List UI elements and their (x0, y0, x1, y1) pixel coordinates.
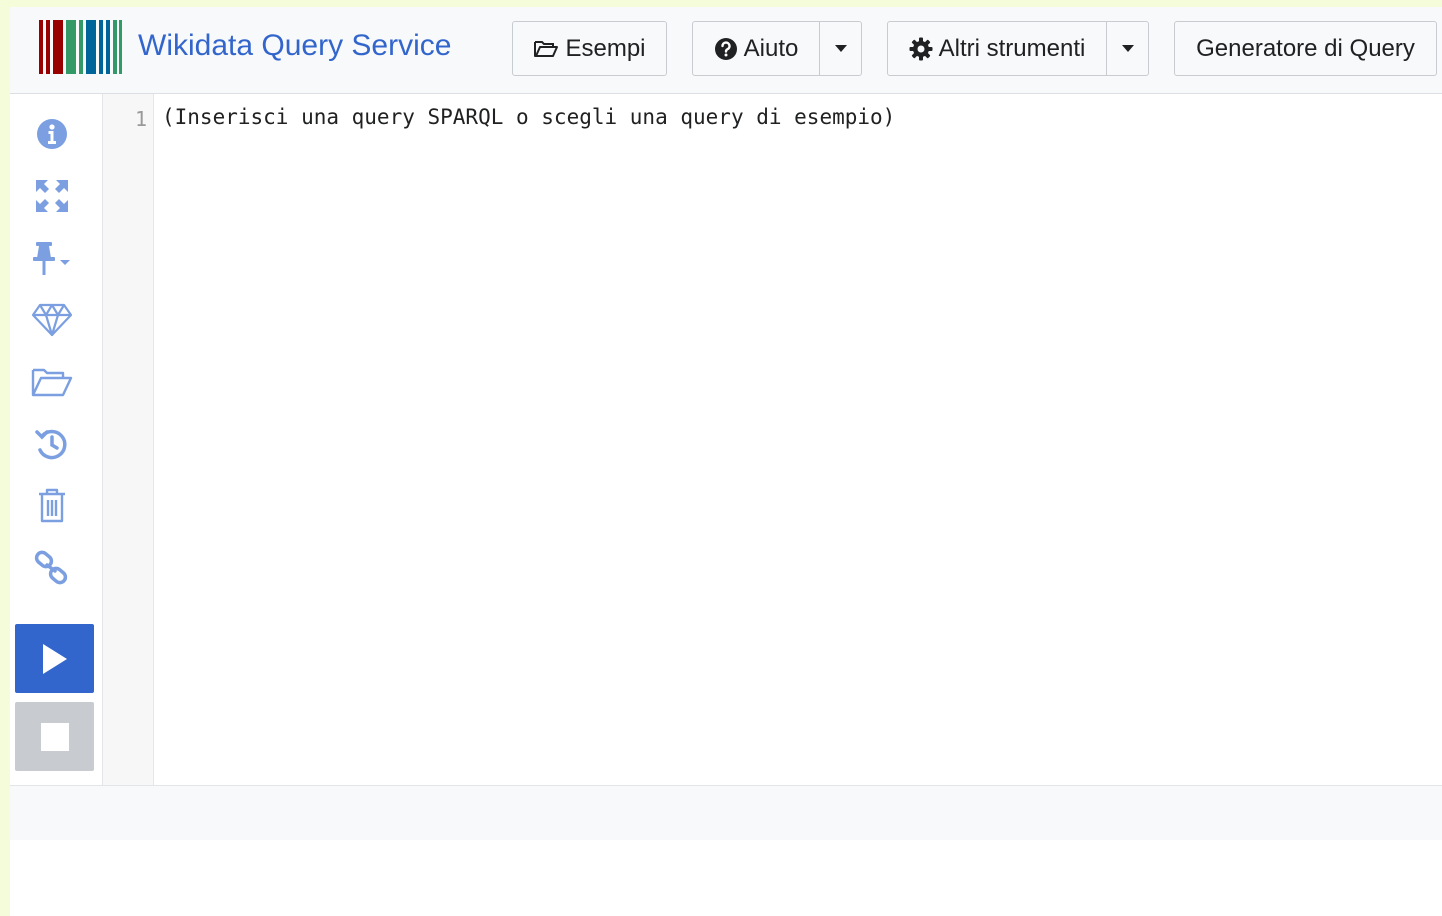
help-button[interactable]: Aiuto (692, 21, 820, 76)
stop-icon (40, 722, 69, 751)
question-circle-icon (714, 37, 738, 61)
expand-icon[interactable] (28, 174, 76, 218)
caret-down-icon (1121, 45, 1134, 52)
info-icon[interactable] (28, 112, 76, 156)
query-builder-label: Generatore di Query (1196, 34, 1415, 62)
more-tools-dropdown-toggle[interactable] (1106, 21, 1149, 76)
pin-icon[interactable] (28, 236, 76, 280)
caret-down-icon (834, 45, 847, 52)
editor-placeholder-line[interactable]: (Inserisci una query SPARQL o scegli una… (162, 105, 895, 129)
results-toolbar (10, 785, 1442, 841)
trash-icon[interactable] (28, 484, 76, 528)
run-query-button[interactable] (15, 624, 94, 693)
folder-open-icon[interactable] (28, 360, 76, 404)
folder-open-icon (533, 39, 559, 59)
line-number-gutter: 1 (103, 94, 154, 785)
examples-button[interactable]: Esempi (512, 21, 667, 76)
link-icon[interactable] (28, 546, 76, 590)
line-number: 1 (134, 107, 147, 131)
gear-icon (909, 37, 933, 61)
help-dropdown-toggle[interactable] (819, 21, 862, 76)
wikidata-logo-icon[interactable] (39, 20, 123, 74)
more-tools-label: Altri strumenti (938, 34, 1086, 62)
more-tools-button[interactable]: Altri strumenti (887, 21, 1107, 76)
results-area (10, 840, 1442, 916)
stop-query-button[interactable] (15, 702, 94, 771)
play-icon (42, 643, 67, 674)
examples-label: Esempi (565, 34, 646, 62)
top-navbar: Wikidata Query Service Esempi Aiuto Altr… (10, 7, 1442, 94)
help-label: Aiuto (743, 34, 799, 62)
app-title[interactable]: Wikidata Query Service (138, 28, 451, 64)
query-service-app: Wikidata Query Service Esempi Aiuto Altr… (10, 7, 1442, 916)
query-editor[interactable]: (Inserisci una query SPARQL o scegli una… (154, 94, 1442, 785)
query-builder-button[interactable]: Generatore di Query (1174, 21, 1437, 76)
diamond-icon[interactable] (28, 298, 76, 342)
history-icon[interactable] (28, 422, 76, 466)
editor-toolbar (10, 94, 103, 785)
